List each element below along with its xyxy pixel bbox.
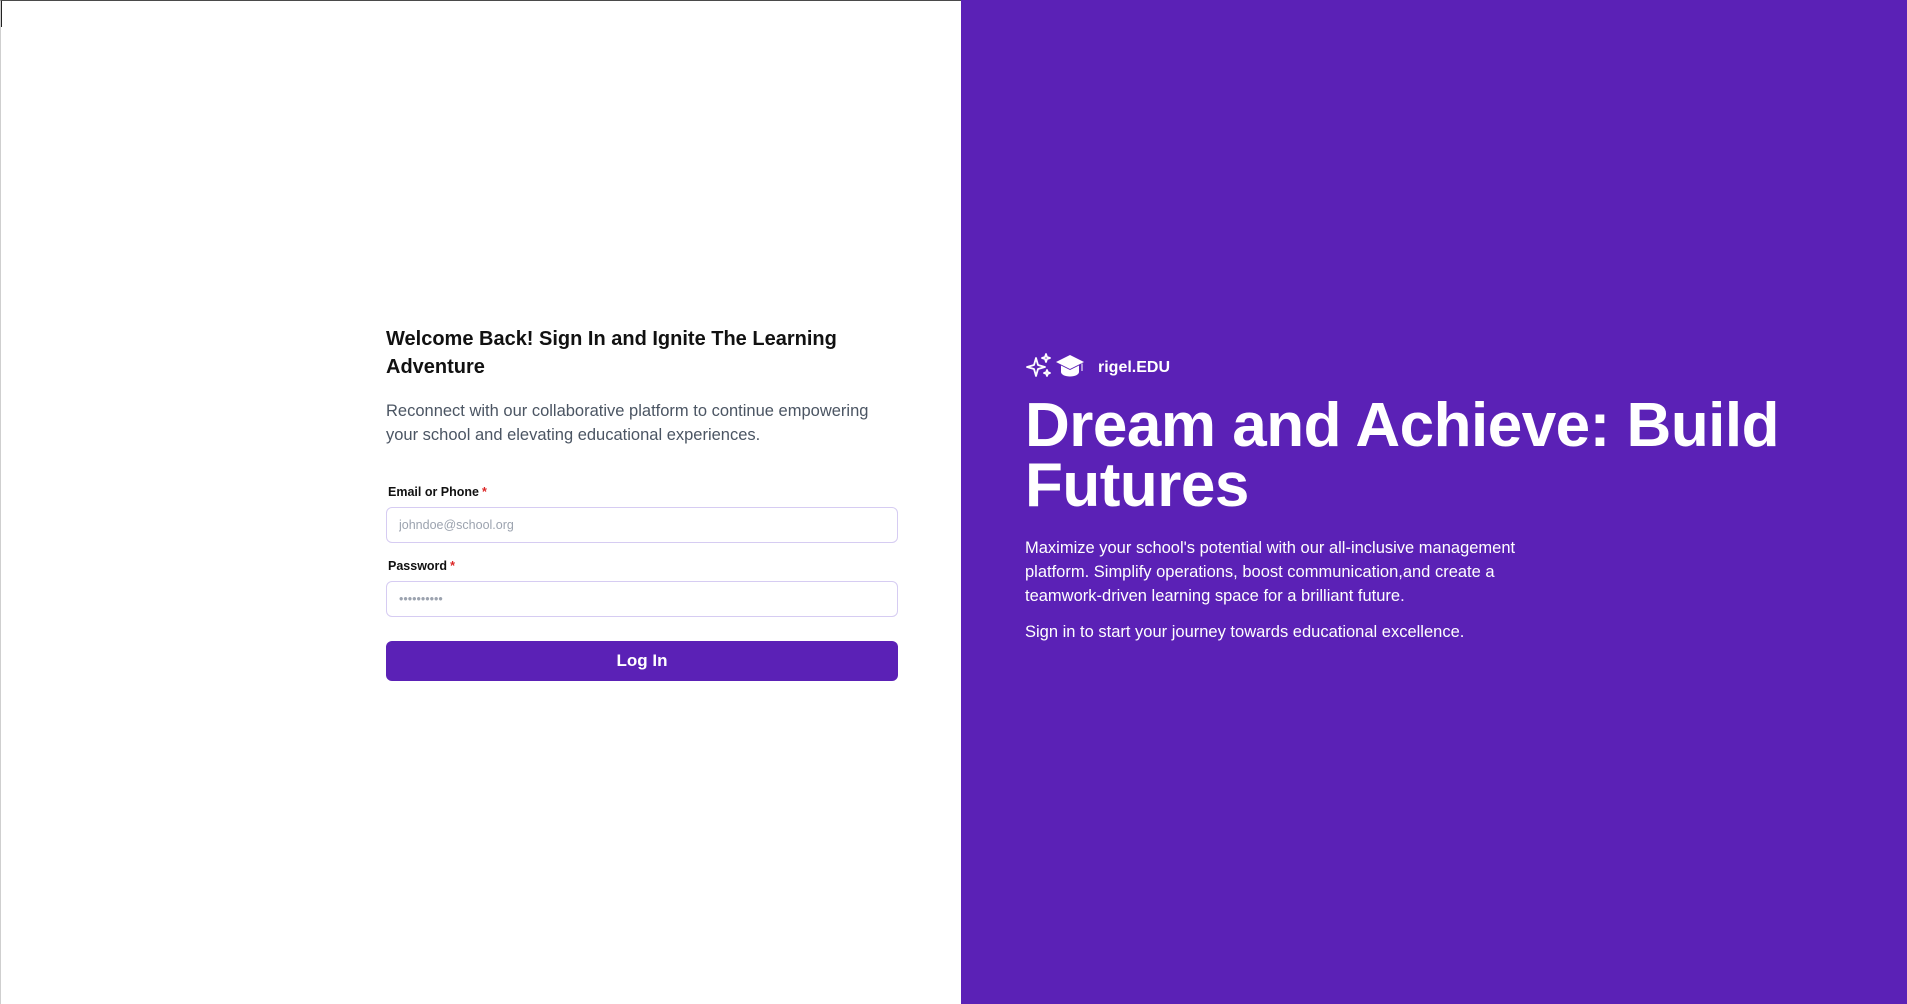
promo-cta: Sign in to start your journey towards ed…	[1025, 623, 1465, 641]
required-marker: *	[482, 485, 487, 499]
graduation-cap-icon	[1055, 353, 1085, 384]
password-field[interactable]	[386, 581, 898, 617]
login-title: Welcome Back! Sign In and Ignite The Lea…	[386, 328, 837, 378]
email-field[interactable]	[386, 507, 898, 543]
password-label-text: Password	[388, 559, 448, 573]
text-cursor	[1, 1, 2, 27]
login-subtitle: Reconnect with our collaborative platfor…	[386, 402, 869, 444]
sparkles-icon	[1025, 352, 1053, 385]
required-marker: *	[450, 559, 455, 573]
login-panel: Welcome Back! Sign In and Ignite The Lea…	[0, 0, 961, 1004]
login-form: Welcome Back! Sign In and Ignite The Lea…	[386, 325, 898, 681]
promo-description: Maximize your school's potential with ou…	[1025, 539, 1516, 605]
brand-logo	[1025, 352, 1085, 385]
brand: rigel.EDU	[1025, 352, 1171, 385]
login-page: Welcome Back! Sign In and Ignite The Lea…	[0, 0, 1907, 1004]
login-button[interactable]: Log In	[386, 641, 898, 681]
email-label: Email or Phone *	[388, 485, 898, 499]
brand-name: rigel.EDU	[1098, 359, 1171, 376]
promo-headline: Dream and Achieve: Build Futures	[1025, 391, 1780, 520]
email-label-text: Email or Phone	[388, 485, 479, 499]
promo-panel: rigel.EDU Dream and Achieve: Build Futur…	[961, 0, 1907, 1004]
password-label: Password *	[388, 559, 898, 573]
